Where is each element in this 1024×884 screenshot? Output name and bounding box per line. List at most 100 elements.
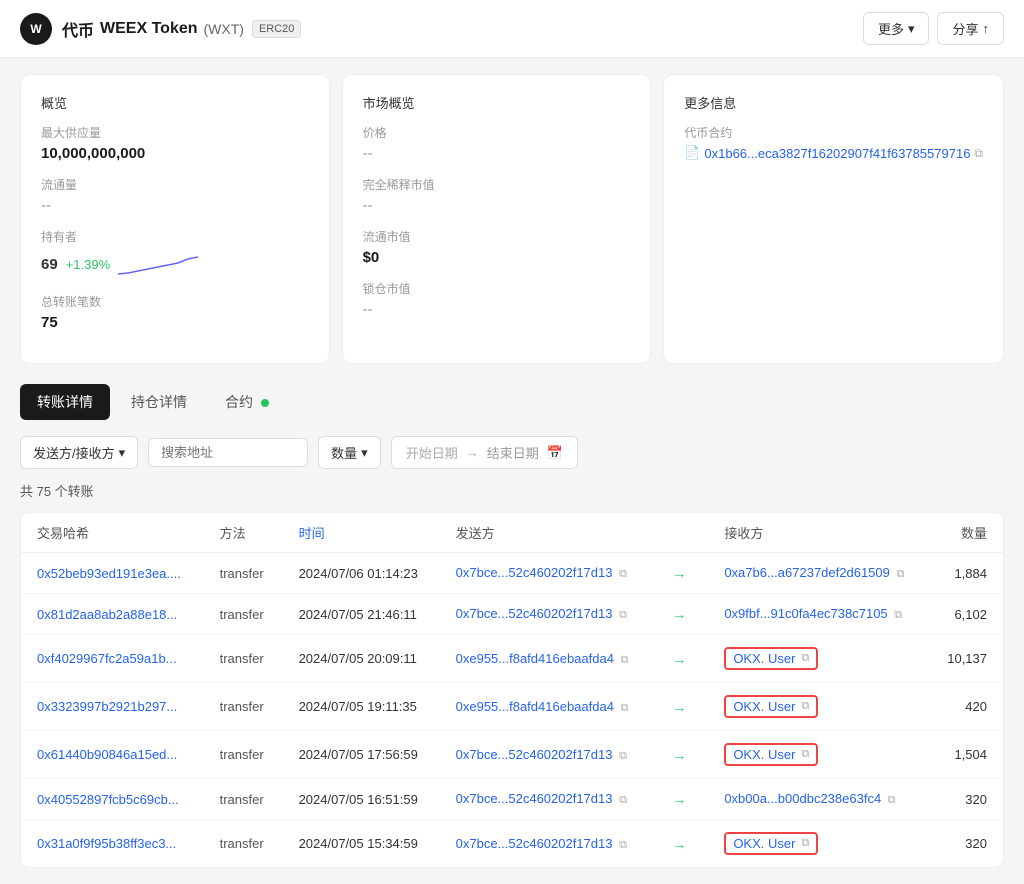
chevron-down-icon: ▾: [908, 21, 915, 37]
cell-time: 2024/07/05 16:51:59: [283, 779, 440, 820]
calendar-icon: 📅: [547, 445, 563, 461]
cell-arrow: →: [652, 731, 708, 779]
share-button[interactable]: 分享 ↑: [937, 12, 1004, 45]
to-address[interactable]: 0xb00a...b00dbc238e63fc4: [724, 791, 881, 806]
holders-label: 持有者: [41, 228, 309, 245]
tab-holdings[interactable]: 持仓详情: [114, 384, 204, 420]
to-address[interactable]: 0x9fbf...91c0fa4ec738c7105: [724, 606, 887, 621]
token-name-cn: 代币: [62, 17, 94, 41]
holders-value: 69: [41, 256, 58, 273]
tx-hash-link[interactable]: 0x61440b90846a15ed...: [37, 747, 177, 762]
copy-from-icon[interactable]: ⧉: [619, 839, 627, 851]
tx-hash-link[interactable]: 0x40552897fcb5c69cb...: [37, 792, 179, 807]
cell-arrow: →: [652, 553, 708, 594]
copy-to-icon[interactable]: ⧉: [801, 837, 809, 850]
copy-to-icon[interactable]: ⧉: [888, 794, 896, 806]
more-button[interactable]: 更多 ▾: [863, 12, 930, 45]
main-content: 概览 最大供应量 10,000,000,000 流通量 -- 持有者 69 +1…: [0, 58, 1024, 884]
highlighted-recipient: OKX. User ⧉: [724, 743, 818, 766]
copy-to-icon[interactable]: ⧉: [896, 568, 904, 580]
cell-tx-hash: 0x3323997b2921b297...: [21, 683, 204, 731]
from-address[interactable]: 0xe955...f8afd416ebaafda4: [456, 699, 614, 714]
to-address[interactable]: 0xa7b6...a67237def2d61509: [724, 565, 890, 580]
tab-transfer-details[interactable]: 转账详情: [20, 384, 110, 420]
cell-time: 2024/07/05 17:56:59: [283, 731, 440, 779]
from-address[interactable]: 0x7bce...52c460202f17d13: [456, 606, 613, 621]
sender-receiver-filter[interactable]: 发送方/接收方 ▾: [20, 436, 138, 469]
to-address-okx[interactable]: OKX. User: [733, 699, 795, 714]
from-address[interactable]: 0x7bce...52c460202f17d13: [456, 565, 613, 580]
end-date-placeholder: 结束日期: [487, 443, 539, 462]
from-address[interactable]: 0x7bce...52c460202f17d13: [456, 747, 613, 762]
cell-from: 0x7bce...52c460202f17d13 ⧉: [440, 779, 653, 820]
chevron-down-icon: ▾: [361, 445, 368, 461]
copy-to-icon[interactable]: ⧉: [894, 609, 902, 621]
cell-amount: 10,137: [928, 635, 1003, 683]
to-address-okx[interactable]: OKX. User: [733, 836, 795, 851]
copy-from-icon[interactable]: ⧉: [619, 750, 627, 762]
tx-hash-link[interactable]: 0x81d2aa8ab2a88e18...: [37, 607, 177, 622]
cell-tx-hash: 0x52beb93ed191e3ea....: [21, 553, 204, 594]
tx-hash-link[interactable]: 0x31a0f9f95b38ff3ec3...: [37, 836, 176, 851]
contract-address-link[interactable]: 📄 0x1b66...eca3827f16202907f41f637855797…: [684, 145, 983, 161]
cell-tx-hash: 0x31a0f9f95b38ff3ec3...: [21, 820, 204, 868]
locked-label: 锁仓市值: [363, 280, 631, 297]
quantity-filter[interactable]: 数量 ▾: [318, 436, 381, 469]
col-arrow: [652, 513, 708, 553]
tab-contract[interactable]: 合约: [208, 384, 286, 420]
copy-from-icon[interactable]: ⧉: [621, 702, 629, 714]
holders-change: +1.39%: [66, 257, 110, 272]
overview-cards: 概览 最大供应量 10,000,000,000 流通量 -- 持有者 69 +1…: [20, 74, 1004, 364]
copy-icon[interactable]: ⧉: [974, 146, 983, 161]
cell-amount: 1,504: [928, 731, 1003, 779]
more-info-card: 更多信息 代币合约 📄 0x1b66...eca3827f16202907f41…: [663, 74, 1004, 364]
from-address[interactable]: 0x7bce...52c460202f17d13: [456, 791, 613, 806]
direction-arrow-icon: →: [672, 699, 686, 715]
cell-method: transfer: [204, 553, 283, 594]
arrow-right-icon: →: [466, 445, 479, 460]
locked-value: --: [363, 301, 631, 318]
tx-hash-link[interactable]: 0x52beb93ed191e3ea....: [37, 566, 181, 581]
copy-from-icon[interactable]: ⧉: [621, 654, 629, 666]
cell-arrow: →: [652, 820, 708, 868]
token-standard-badge: ERC20: [252, 20, 301, 38]
table-row: 0x61440b90846a15ed... transfer 2024/07/0…: [21, 731, 1003, 779]
to-address-okx[interactable]: OKX. User: [733, 747, 795, 762]
highlighted-recipient: OKX. User ⧉: [724, 832, 818, 855]
from-address[interactable]: 0xe955...f8afd416ebaafda4: [456, 651, 614, 666]
cell-amount: 320: [928, 779, 1003, 820]
cell-tx-hash: 0x40552897fcb5c69cb...: [21, 779, 204, 820]
direction-arrow-icon: →: [672, 747, 686, 763]
from-address[interactable]: 0x7bce...52c460202f17d13: [456, 836, 613, 851]
max-supply-value: 10,000,000,000: [41, 145, 309, 162]
cell-arrow: →: [652, 779, 708, 820]
cell-arrow: →: [652, 635, 708, 683]
address-search-input[interactable]: [148, 438, 308, 467]
cell-method: transfer: [204, 779, 283, 820]
tx-hash-link[interactable]: 0xf4029967fc2a59a1b...: [37, 651, 177, 666]
col-to: 接收方: [708, 513, 928, 553]
cell-time: 2024/07/06 01:14:23: [283, 553, 440, 594]
cell-method: transfer: [204, 683, 283, 731]
col-tx-hash: 交易哈希: [21, 513, 204, 553]
copy-from-icon[interactable]: ⧉: [619, 794, 627, 806]
cell-from: 0xe955...f8afd416ebaafda4 ⧉: [440, 635, 653, 683]
token-name-en: WEEX Token: [100, 20, 198, 38]
copy-from-icon[interactable]: ⧉: [619, 609, 627, 621]
copy-to-icon[interactable]: ⧉: [801, 652, 809, 665]
cell-method: transfer: [204, 820, 283, 868]
cell-method: transfer: [204, 731, 283, 779]
date-range-filter[interactable]: 开始日期 → 结束日期 📅: [391, 436, 578, 469]
table-row: 0xf4029967fc2a59a1b... transfer 2024/07/…: [21, 635, 1003, 683]
cell-time: 2024/07/05 21:46:11: [283, 594, 440, 635]
table-row: 0x40552897fcb5c69cb... transfer 2024/07/…: [21, 779, 1003, 820]
tx-hash-link[interactable]: 0x3323997b2921b297...: [37, 699, 177, 714]
copy-to-icon[interactable]: ⧉: [801, 700, 809, 713]
cell-amount: 6,102: [928, 594, 1003, 635]
token-ticker: (WXT): [204, 21, 244, 37]
cell-amount: 1,884: [928, 553, 1003, 594]
market-cap-label: 流通市值: [363, 228, 631, 245]
copy-from-icon[interactable]: ⧉: [619, 568, 627, 580]
to-address-okx[interactable]: OKX. User: [733, 651, 795, 666]
copy-to-icon[interactable]: ⧉: [801, 748, 809, 761]
